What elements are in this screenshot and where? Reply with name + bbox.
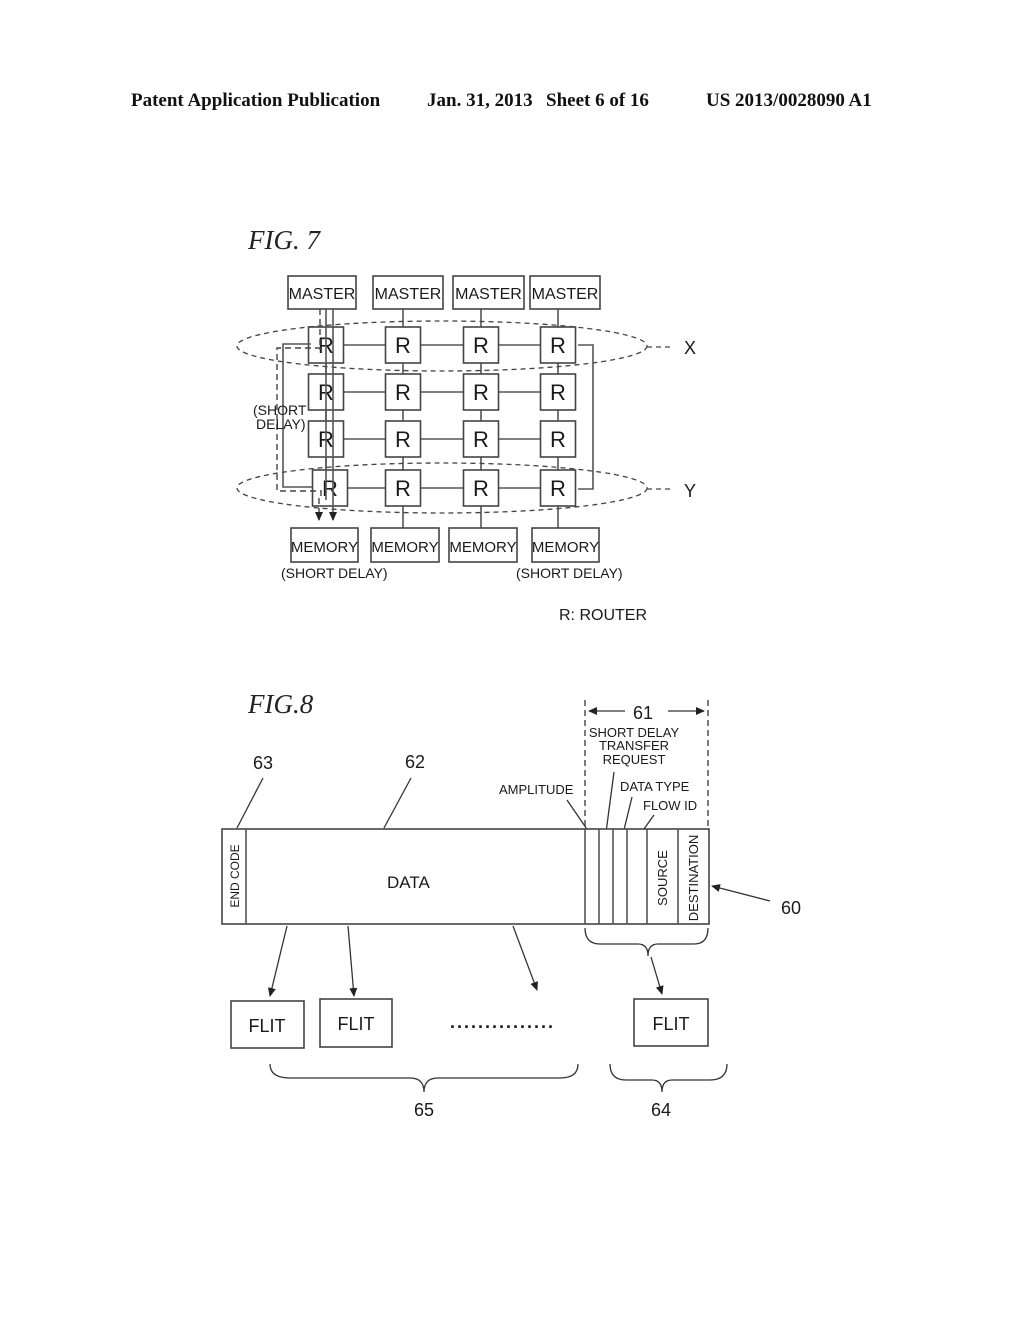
router-label: R [395,476,411,501]
router-label: R [322,476,338,501]
ref-60-arrow [711,884,771,902]
router-node: R [384,373,422,411]
router-label: R [395,427,411,452]
flit-arrow-n [512,925,538,991]
group-y-label: Y [684,481,696,501]
header-flit-arrow [650,956,664,995]
router-node: R [384,469,422,507]
router-label: R [395,380,411,405]
router-node: R [539,373,577,411]
router-label: R [395,333,411,358]
master-label: MASTER [289,286,356,303]
router-node: R [462,373,500,411]
destination-field: DESTINATION [686,835,701,921]
data-type-label: DATA TYPE [620,779,690,794]
master-node: MASTER [372,275,444,310]
router-label: R [473,333,489,358]
router-label: R [550,380,566,405]
router-legend: R: ROUTER [559,607,647,624]
memory-node: MEMORY [370,527,440,563]
master-node: MASTER [287,275,357,310]
router-label: R [473,380,489,405]
short-delay-request-line2: TRANSFER [599,738,669,753]
group-x-ellipse [236,320,648,372]
router-label: R [550,333,566,358]
router-grid: R R R RR R R RR R R RR R R R [307,326,577,507]
short-delay-side-line2: DELAY) [256,416,306,432]
router-label: R [550,476,566,501]
master-label: MASTER [532,286,599,303]
router-links [325,308,559,530]
master-label: MASTER [375,286,442,303]
flow-id-label: FLOW ID [643,798,697,813]
fig8: FIG.8 63 62 61 SHORT DELAY TRANSFER REQU… [221,689,801,1120]
header-brace [584,927,709,957]
router-node: R [539,326,577,364]
ref-60: 60 [781,898,801,918]
ref-62-leader [383,777,412,829]
group-x-label: X [684,338,696,358]
fig7: FIG. 7 MASTER MASTER MASTER MASTER R R R RR R R R… [236,225,696,624]
ref-64: 64 [651,1100,671,1120]
ref-63: 63 [253,753,273,773]
flit-label-header: FLIT [652,1014,689,1034]
memory-row: MEMORY MEMORY MEMORY MEMORY [290,527,600,563]
router-node: R [539,420,577,458]
memory-node: MEMORY [290,527,359,563]
memory-node: MEMORY [531,527,600,563]
amplitude-label: AMPLITUDE [499,782,574,797]
master-row: MASTER MASTER MASTER MASTER [287,275,601,310]
short-delay-memory-right: (SHORT DELAY) [516,565,623,581]
flit-ellipsis: ............... [450,1012,555,1032]
memory-label: MEMORY [532,539,599,556]
ref-63-leader [236,777,264,829]
memory-label: MEMORY [449,539,516,556]
master-node: MASTER [452,275,525,310]
fig8-title: FIG.8 [247,689,314,719]
ring-link-right [578,344,594,490]
router-node: R [311,469,349,507]
flit-label-1: FLIT [248,1016,285,1036]
flit-arrow-1 [268,925,288,997]
router-label: R [550,427,566,452]
short-delay-request-line3: REQUEST [603,752,666,767]
memory-label: MEMORY [291,539,358,556]
router-node: R [384,326,422,364]
memory-label: MEMORY [371,539,438,556]
packet [221,828,710,925]
router-label: R [473,427,489,452]
router-node: R [539,469,577,507]
flit-arrow-2 [347,925,358,997]
memory-node: MEMORY [448,527,518,563]
data-flits-brace [269,1063,579,1093]
source-field: SOURCE [655,850,670,906]
router-node: R [462,420,500,458]
router-node: R [462,326,500,364]
header-flit-brace [609,1063,728,1093]
data-field: DATA [387,873,430,892]
router-node: R [384,420,422,458]
ref-61: 61 [633,703,653,723]
ref-65: 65 [414,1100,434,1120]
short-delay-memory-left: (SHORT DELAY) [281,565,388,581]
ref-62: 62 [405,752,425,772]
flit-label-2: FLIT [337,1014,374,1034]
end-code-field: END CODE [228,844,242,907]
figures-canvas: FIG. 7 MASTER MASTER MASTER MASTER R R R RR R R R… [221,225,801,1120]
fig7-title: FIG. 7 [247,225,321,255]
router-label: R [473,476,489,501]
router-node: R [462,469,500,507]
master-node: MASTER [529,275,601,310]
master-label: MASTER [455,286,522,303]
